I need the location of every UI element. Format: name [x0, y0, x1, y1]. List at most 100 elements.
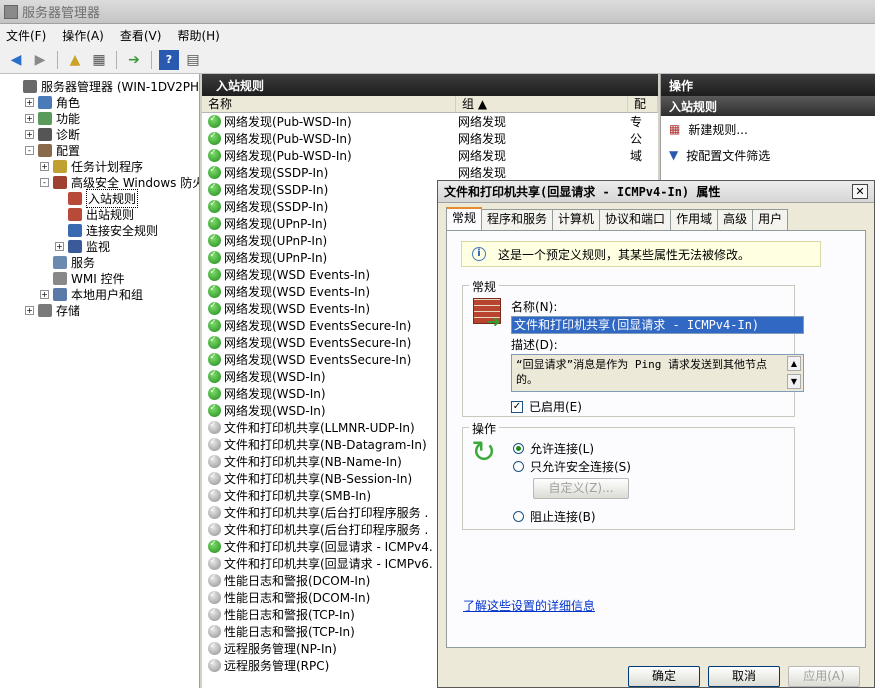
collapse-icon[interactable]: - [25, 145, 34, 155]
learn-more-link[interactable]: 了解这些设置的详细信息 [463, 597, 595, 614]
help-icon[interactable]: ? [159, 49, 179, 70]
tree-item[interactable]: + 诊断 [25, 126, 80, 142]
tree-item[interactable]: WMI 控件 [40, 270, 125, 286]
tab-general[interactable]: 常规 [446, 207, 483, 230]
tree-item[interactable]: + 角色 [25, 94, 80, 110]
tree-item[interactable]: + 功能 [25, 110, 80, 126]
customize-button[interactable]: 自定义(Z)... [533, 478, 629, 499]
scroll-down-icon[interactable]: ▼ [787, 374, 801, 389]
collapse-icon[interactable]: - [40, 177, 49, 187]
new-rule-action[interactable]: ▦ 新建规则... [661, 116, 875, 142]
export-icon[interactable]: ➔ [124, 50, 144, 70]
tree-item-label: 配置 [56, 143, 81, 158]
rule-row[interactable]: 网络发现(Pub-WSD-In) 网络发现 专 [202, 113, 658, 130]
menu-file[interactable]: 文件(F) [6, 27, 46, 44]
tree-item[interactable]: 出站规则 [55, 206, 134, 222]
enabled-checkbox[interactable]: ✓ [511, 400, 523, 413]
tab-computers[interactable]: 计算机 [552, 209, 601, 230]
rule-name: 网络发现(WSD EventsSecure-In) [224, 353, 412, 367]
rule-group: 网络发现 [458, 132, 507, 146]
tab-programs-services[interactable]: 程序和服务 [481, 209, 554, 230]
disabled-rule-icon [208, 504, 221, 519]
rule-name: 文件和打印机共享(SMB-In) [224, 489, 372, 503]
rule-name: 网络发现(UPnP-In) [224, 234, 328, 248]
description-field[interactable]: “回显请求”消息是作为 Ping 请求发送到其他节点的。 [511, 354, 804, 392]
menu-help[interactable]: 帮助(H) [177, 27, 219, 44]
rule-name: 网络发现(WSD Events-In) [224, 285, 371, 299]
expand-icon[interactable]: + [55, 241, 64, 251]
close-icon[interactable]: ✕ [852, 184, 868, 199]
navigation-tree: 服务器管理器 (WIN-1DV2PH251R + 角色 + 功能 + 诊断 - 配置 + 任务计划程… [0, 74, 200, 688]
forward-icon[interactable]: ▶ [30, 50, 50, 70]
tree-item[interactable]: 服务器管理器 (WIN-1DV2PH251R [10, 78, 199, 94]
tree-item[interactable]: 入站规则 [55, 188, 139, 208]
allow-secure-radio[interactable] [513, 461, 524, 472]
menu-action[interactable]: 操作(A) [62, 27, 104, 44]
tree-item[interactable]: 服务 [40, 254, 95, 270]
allow-radio[interactable] [513, 443, 524, 454]
menu-view[interactable]: 查看(V) [120, 27, 162, 44]
rule-name: 文件和打印机共享(NB-Name-In) [224, 455, 402, 469]
tree-item[interactable]: + 本地用户和组 [40, 286, 143, 302]
up-folder-icon[interactable]: ▲ [65, 50, 85, 70]
tree-item-label: WMI 控件 [71, 271, 125, 286]
tab-users[interactable]: 用户 [752, 209, 789, 230]
allow-secure-option[interactable]: 只允许安全连接(S) [513, 458, 631, 475]
expand-icon[interactable]: + [25, 305, 34, 315]
rule-name: 网络发现(WSD-In) [224, 370, 326, 384]
general-group: 常规 ➜ 名称(N): 文件和打印机共享(回显请求 - ICMPv4-In) 描… [462, 278, 804, 417]
cancel-button[interactable]: 取消 [708, 666, 780, 687]
column-name[interactable]: 名称 [202, 96, 456, 113]
filter-profile-action[interactable]: ▼ 按配置文件筛选 [661, 142, 875, 168]
tab-protocols-ports[interactable]: 协议和端口 [599, 209, 672, 230]
expand-icon[interactable]: + [25, 129, 34, 139]
column-group[interactable]: 组 ▲ [456, 96, 628, 113]
rule-name: 文件和打印机共享(回显请求 - ICMPv6. [224, 557, 433, 571]
back-icon[interactable]: ◀ [6, 50, 26, 70]
rule-row[interactable]: 网络发现(Pub-WSD-In) 网络发现 域 [202, 147, 658, 164]
toolbar: ◀ ▶ ▲ ▦ ➔ ? ▤ [0, 46, 875, 74]
ok-button[interactable]: 确定 [628, 666, 700, 687]
disabled-rule-icon [208, 470, 221, 485]
allow-connection-option[interactable]: 允许连接(L) [513, 440, 594, 457]
column-profile[interactable]: 配 [628, 96, 658, 113]
rule-row[interactable]: 网络发现(SSDP-In) 网络发现 [202, 164, 658, 181]
block-connection-option[interactable]: 阻止连接(B) [513, 508, 596, 525]
pane-title: 入站规则 [202, 74, 658, 96]
disabled-rule-icon [208, 640, 221, 655]
tree-item[interactable]: + 监视 [55, 238, 110, 254]
block-radio[interactable] [513, 511, 524, 522]
tree-item[interactable]: + 存储 [25, 302, 80, 318]
enabled-rule-icon [208, 232, 221, 247]
apply-button[interactable]: 应用(A) [788, 666, 860, 687]
enabled-rule-icon [208, 198, 221, 213]
enabled-rule-icon [208, 300, 221, 315]
enabled-rule-icon [208, 317, 221, 332]
properties-icon[interactable]: ▤ [183, 50, 203, 70]
tree-item[interactable]: + 任务计划程序 [40, 158, 143, 174]
tree-item-label: 任务计划程序 [71, 159, 144, 174]
expand-icon[interactable]: + [25, 113, 34, 123]
show-tree-icon[interactable]: ▦ [89, 50, 109, 70]
tree-item-label: 诊断 [56, 127, 81, 142]
rule-row[interactable]: 网络发现(Pub-WSD-In) 网络发现 公 [202, 130, 658, 147]
tree-item[interactable]: - 配置 [25, 142, 80, 158]
window-title: 服务器管理器 [22, 6, 101, 21]
actions-title: 操作 [661, 74, 875, 96]
expand-icon[interactable]: + [40, 289, 49, 299]
clock-icon [53, 159, 67, 173]
disabled-rule-icon [208, 623, 221, 638]
tab-scope[interactable]: 作用域 [670, 209, 719, 230]
monitor-icon [68, 239, 82, 253]
expand-icon[interactable]: + [25, 97, 34, 107]
rule-name: 文件和打印机共享(后台打印程序服务 . [224, 506, 429, 520]
expand-icon[interactable]: + [40, 161, 49, 171]
rule-name: 性能日志和警报(TCP-In) [224, 625, 355, 639]
tab-advanced[interactable]: 高级 [717, 209, 754, 230]
enabled-checkbox-row[interactable]: ✓ 已启用(E) [511, 398, 582, 415]
rule-name: 网络发现(SSDP-In) [224, 200, 329, 214]
rule-name-field[interactable]: 文件和打印机共享(回显请求 - ICMPv4-In) [511, 316, 804, 334]
rule-profile: 专 [630, 115, 643, 129]
scroll-up-icon[interactable]: ▲ [787, 356, 801, 371]
tree-item[interactable]: 连接安全规则 [55, 222, 158, 238]
